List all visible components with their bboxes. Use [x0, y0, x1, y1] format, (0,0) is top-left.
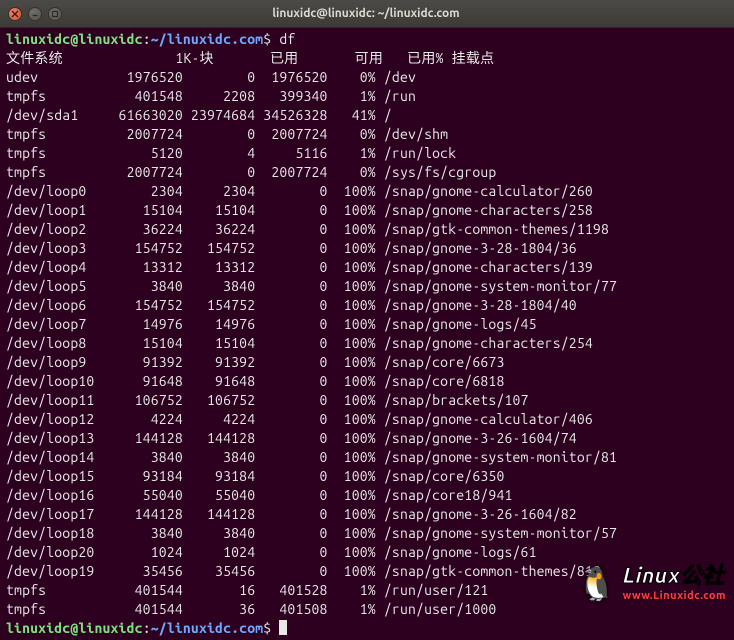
df-row: /dev/loop13 144128 144128 0 100% /snap/g… — [6, 430, 577, 446]
prompt-symbol: $ — [263, 31, 271, 47]
df-row: /dev/loop3 154752 154752 0 100% /snap/gn… — [6, 240, 577, 256]
df-row: tmpfs 401544 16 401528 1% /run/user/121 — [6, 582, 488, 598]
df-row: /dev/loop1 15104 15104 0 100% /snap/gnom… — [6, 202, 593, 218]
df-row: /dev/loop18 3840 3840 0 100% /snap/gnome… — [6, 525, 617, 541]
df-row: tmpfs 401544 36 401508 1% /run/user/1000 — [6, 601, 496, 617]
df-row: /dev/loop9 91392 91392 0 100% /snap/core… — [6, 354, 504, 370]
window-maximize-button[interactable] — [48, 7, 62, 21]
df-header-row: 文件系统 1K-块 已用 可用 已用% 挂载点 — [6, 50, 494, 66]
prompt-path: ~/linuxidc.com — [151, 31, 264, 47]
maximize-icon — [51, 10, 59, 18]
window-minimize-button[interactable] — [28, 7, 42, 21]
df-row: tmpfs 2007724 0 2007724 0% /sys/fs/cgrou… — [6, 164, 496, 180]
prompt-symbol: $ — [263, 620, 271, 636]
prompt-user-host: linuxidc@linuxidc — [6, 620, 143, 636]
terminal-output[interactable]: linuxidc@linuxidc:~/linuxidc.com$ df 文件系… — [0, 28, 734, 640]
df-row: /dev/loop10 91648 91648 0 100% /snap/cor… — [6, 373, 504, 389]
minimize-icon — [31, 10, 39, 18]
df-row: tmpfs 401548 2208 399340 1% /run — [6, 88, 416, 104]
prompt-user-host: linuxidc@linuxidc — [6, 31, 143, 47]
df-row: udev 1976520 0 1976520 0% /dev — [6, 69, 416, 85]
df-row: /dev/loop0 2304 2304 0 100% /snap/gnome-… — [6, 183, 593, 199]
command-entered: df — [279, 31, 295, 47]
df-row: /dev/loop12 4224 4224 0 100% /snap/gnome… — [6, 411, 593, 427]
terminal-cursor[interactable] — [279, 620, 287, 635]
window-controls — [8, 7, 62, 21]
df-row: /dev/sda1 61663020 23974684 34526328 41%… — [6, 107, 392, 123]
window-titlebar: linuxidc@linuxidc: ~/linuxidc.com — [0, 0, 734, 28]
df-row: tmpfs 2007724 0 2007724 0% /dev/shm — [6, 126, 448, 142]
window-title: linuxidc@linuxidc: ~/linuxidc.com — [62, 7, 670, 20]
df-row: /dev/loop15 93184 93184 0 100% /snap/cor… — [6, 468, 504, 484]
close-icon — [11, 10, 19, 18]
df-row: /dev/loop4 13312 13312 0 100% /snap/gnom… — [6, 259, 593, 275]
df-row: /dev/loop2 36224 36224 0 100% /snap/gtk-… — [6, 221, 609, 237]
df-row: /dev/loop6 154752 154752 0 100% /snap/gn… — [6, 297, 577, 313]
df-row: /dev/loop14 3840 3840 0 100% /snap/gnome… — [6, 449, 617, 465]
df-row: /dev/loop11 106752 106752 0 100% /snap/b… — [6, 392, 529, 408]
df-row: /dev/loop20 1024 1024 0 100% /snap/gnome… — [6, 544, 537, 560]
df-row: /dev/loop17 144128 144128 0 100% /snap/g… — [6, 506, 577, 522]
df-row: /dev/loop5 3840 3840 0 100% /snap/gnome-… — [6, 278, 617, 294]
df-row: tmpfs 5120 4 5116 1% /run/lock — [6, 145, 456, 161]
df-row: /dev/loop8 15104 15104 0 100% /snap/gnom… — [6, 335, 593, 351]
df-row: /dev/loop16 55040 55040 0 100% /snap/cor… — [6, 487, 513, 503]
prompt-path: ~/linuxidc.com — [151, 620, 264, 636]
df-row: /dev/loop19 35456 35456 0 100% /snap/gtk… — [6, 563, 601, 579]
df-row: /dev/loop7 14976 14976 0 100% /snap/gnom… — [6, 316, 537, 332]
window-close-button[interactable] — [8, 7, 22, 21]
